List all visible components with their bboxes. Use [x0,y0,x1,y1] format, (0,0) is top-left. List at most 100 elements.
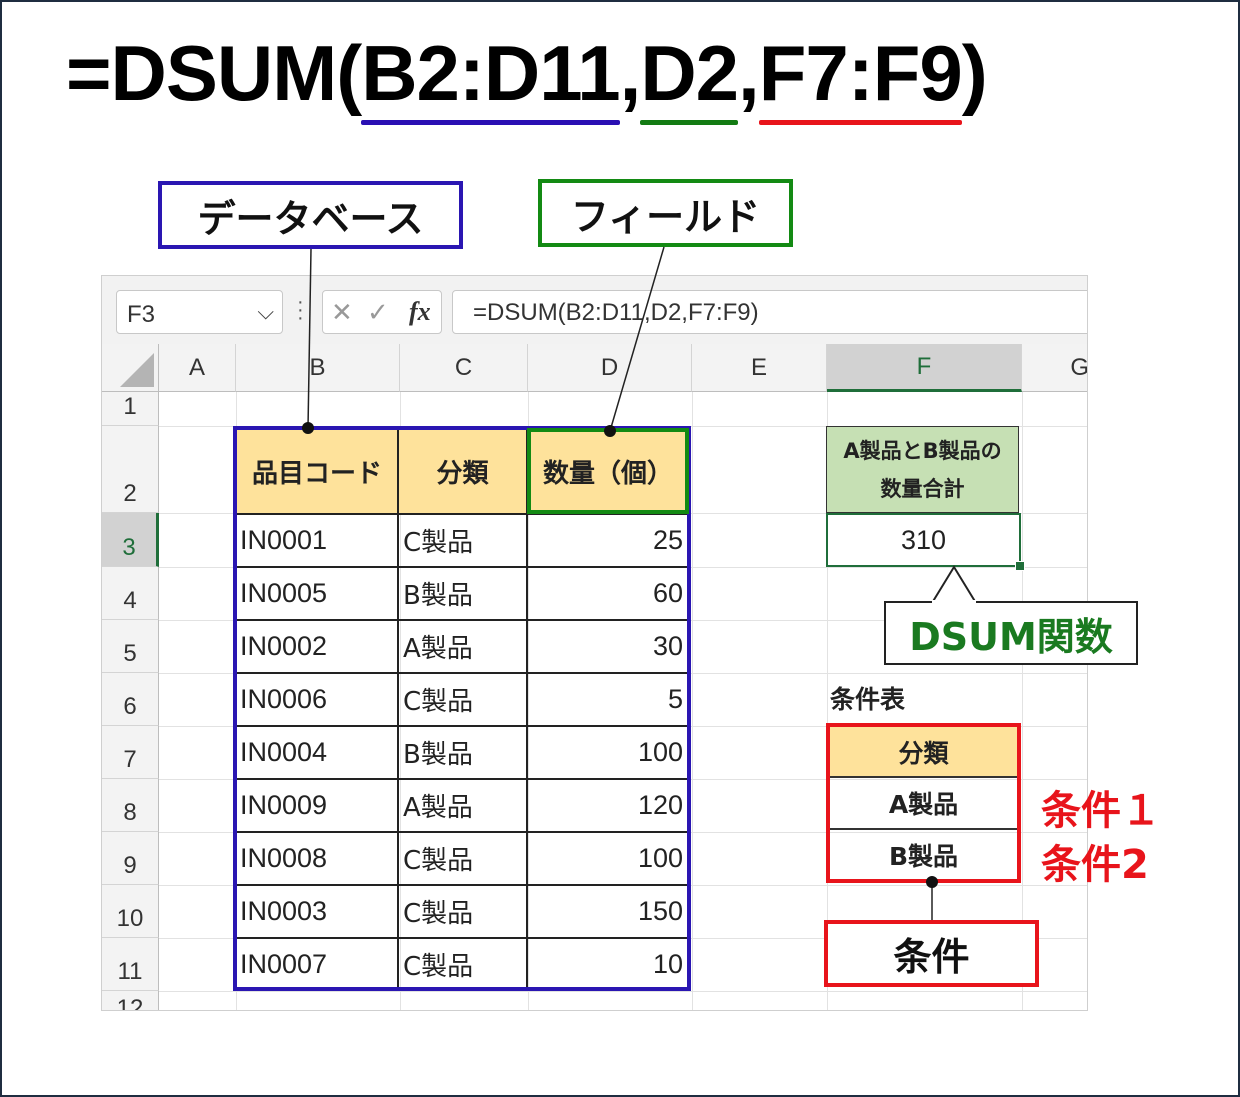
criteria-label-2: 条件2 [1041,842,1149,888]
criteria-table-title: 条件表 [830,685,906,714]
criteria-callout: 条件 [824,920,1039,987]
row-header-2[interactable]: 2 [102,426,159,513]
database-underline [361,120,620,125]
quantity-cell[interactable]: 5 [528,673,689,726]
row-header-1[interactable]: 1 [102,392,159,426]
select-all-corner[interactable] [102,344,159,392]
item-code-cell[interactable]: IN0004 [236,726,397,779]
result-header-line1: A製品とB製品の [843,438,1002,463]
dsum-function-callout: DSUM関数 [884,601,1138,665]
column-header-b[interactable]: B [236,344,400,392]
gridline [692,392,693,1010]
table-row-divider [236,619,689,621]
formula-arg-criteria: F7:F9 [758,28,963,125]
table-row-divider [236,566,689,568]
chevron-down-icon[interactable]: ⌵ [257,299,274,325]
formula-input[interactable]: =DSUM(B2:D11,D2,F7:F9) [452,290,1087,334]
criteria-value[interactable]: A製品 [828,778,1019,830]
enter-check-icon[interactable]: ✓ [367,297,389,328]
quantity-cell[interactable]: 25 [528,514,689,567]
item-code-cell[interactable]: IN0006 [236,673,397,726]
category-cell[interactable]: B製品 [399,567,526,620]
row-header-11[interactable]: 11 [102,938,159,991]
formula-prefix: =DSUM( [66,29,362,117]
table-row-divider [236,778,689,780]
gridline [159,991,1087,992]
result-header-line2: 数量合計 [880,476,965,501]
criteria-underline [758,120,962,125]
row-header-4[interactable]: 4 [102,567,159,620]
formula-bar: F3 ⌵ · · · ✕ ✓ fx =DSUM(B2:D11,D2,F7:F9) [102,276,1087,344]
category-cell[interactable]: B製品 [399,726,526,779]
row-header-9[interactable]: 9 [102,832,159,885]
table-row-divider [236,513,689,515]
fill-handle[interactable] [1015,561,1025,571]
criteria-value[interactable]: B製品 [828,830,1019,880]
header-item-code[interactable]: 品目コード [236,428,398,514]
table-row-divider [236,937,689,939]
formula-comma: , [738,29,760,117]
quantity-cell[interactable]: 10 [528,938,689,991]
formula-bar-buttons: ✕ ✓ fx [322,290,442,334]
row-header-10[interactable]: 10 [102,885,159,938]
item-code-cell[interactable]: IN0003 [236,885,397,938]
formula-arg-field: D2 [640,28,739,125]
category-cell[interactable]: C製品 [399,938,526,991]
category-cell[interactable]: C製品 [399,885,526,938]
column-header-e[interactable]: E [692,344,827,392]
row-header-8[interactable]: 8 [102,779,159,832]
item-code-cell[interactable]: IN0008 [236,832,397,885]
quantity-cell[interactable]: 100 [528,832,689,885]
table-row-divider [236,831,689,833]
table-divider [397,428,399,988]
quantity-cell[interactable]: 120 [528,779,689,832]
item-code-cell[interactable]: IN0001 [236,514,397,567]
formula-arg-database: B2:D11 [361,28,621,125]
result-cell[interactable]: 310 [826,513,1021,567]
table-row-divider [236,884,689,886]
category-cell[interactable]: A製品 [399,779,526,832]
quantity-cell[interactable]: 150 [528,885,689,938]
item-code-cell[interactable]: IN0005 [236,567,397,620]
gridline [1022,392,1023,1010]
column-header-d[interactable]: D [528,344,692,392]
row-header-3[interactable]: 3 [102,513,159,567]
header-quantity[interactable]: 数量（個） [527,428,689,514]
category-cell[interactable]: C製品 [399,514,526,567]
database-callout: データベース [158,181,463,249]
row-header-6[interactable]: 6 [102,673,159,726]
field-callout: フィールド [538,179,793,247]
name-box[interactable]: F3 ⌵ [116,290,283,334]
column-header-c[interactable]: C [400,344,528,392]
name-box-value: F3 [127,301,156,328]
item-code-cell[interactable]: IN0002 [236,620,397,673]
more-options-icon[interactable]: · · · [297,292,304,328]
formula-title: =DSUM(B2:D11 ,D2 ,F7:F9) [66,28,988,138]
table-divider [526,428,528,988]
quantity-cell[interactable]: 100 [528,726,689,779]
column-header-f[interactable]: F [827,344,1022,392]
criteria-label-1: 条件１ [1041,788,1161,834]
category-cell[interactable]: A製品 [399,620,526,673]
row-header-12[interactable]: 12 [102,991,159,1010]
row-header-5[interactable]: 5 [102,620,159,673]
insert-function-icon[interactable]: fx [409,297,431,327]
table-row-divider [236,725,689,727]
item-code-cell[interactable]: IN0009 [236,779,397,832]
item-code-cell[interactable]: IN0007 [236,938,397,991]
formula-comma: , [619,29,642,117]
result-header[interactable]: A製品とB製品の 数量合計 [826,426,1019,513]
header-category[interactable]: 分類 [398,428,527,514]
field-underline [640,120,739,125]
cancel-icon[interactable]: ✕ [331,297,353,328]
column-header-a[interactable]: A [159,344,236,392]
formula-suffix: ) [961,29,988,117]
quantity-cell[interactable]: 60 [528,567,689,620]
category-cell[interactable]: C製品 [399,832,526,885]
category-cell[interactable]: C製品 [399,673,526,726]
table-row-divider [236,672,689,674]
quantity-cell[interactable]: 30 [528,620,689,673]
column-header-g[interactable]: G [1022,344,1087,392]
row-header-7[interactable]: 7 [102,726,159,779]
criteria-header[interactable]: 分類 [828,727,1019,778]
